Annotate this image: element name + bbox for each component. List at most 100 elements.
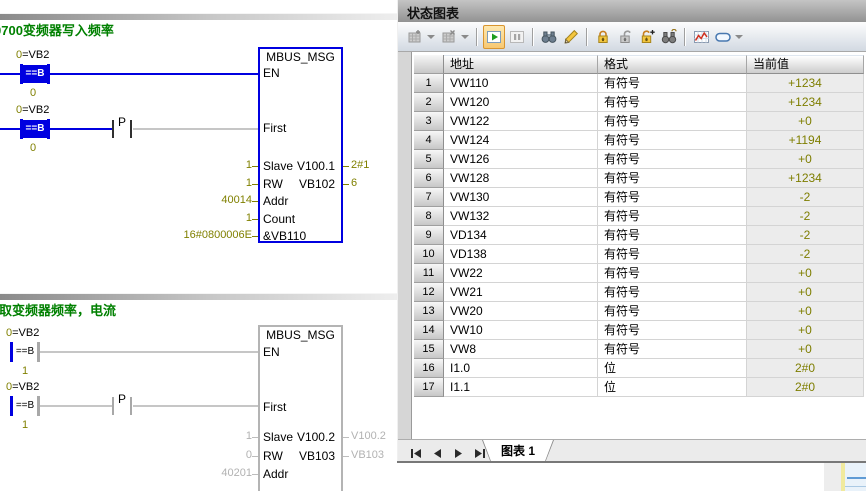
format-cell[interactable]: 有符号 [598, 150, 747, 169]
bookmark-dropdown[interactable] [735, 35, 743, 39]
column-header-current-value[interactable]: 当前值 [747, 55, 864, 74]
start-chart-status-button[interactable] [483, 25, 505, 49]
format-cell[interactable]: 有符号 [598, 340, 747, 359]
current-value-cell[interactable]: +1234 [747, 169, 864, 188]
row-number-cell[interactable]: 9 [414, 226, 444, 245]
format-cell[interactable]: 有符号 [598, 169, 747, 188]
column-header-address[interactable]: 地址 [444, 55, 598, 74]
current-value-cell[interactable]: 2#0 [747, 359, 864, 378]
last-tab-button[interactable] [473, 446, 486, 457]
current-value-cell[interactable]: -2 [747, 207, 864, 226]
format-cell[interactable]: 有符号 [598, 207, 747, 226]
new-chart-button[interactable] [405, 26, 425, 48]
force-button[interactable] [593, 26, 613, 48]
chart-tab[interactable]: 图表 1 [482, 440, 554, 463]
compare-contact[interactable]: ==B [23, 120, 47, 138]
pause-chart-status-button[interactable] [507, 26, 527, 48]
address-cell[interactable]: I1.1 [444, 378, 598, 397]
row-number-cell[interactable]: 7 [414, 188, 444, 207]
new-chart-dropdown[interactable] [427, 35, 435, 39]
row-number-cell[interactable]: 8 [414, 207, 444, 226]
format-cell[interactable]: 有符号 [598, 245, 747, 264]
next-tab-button[interactable] [452, 446, 465, 457]
row-number-cell[interactable]: 4 [414, 131, 444, 150]
positive-edge-contact[interactable]: P [118, 392, 126, 406]
trend-view-button[interactable] [691, 26, 711, 48]
format-cell[interactable]: 有符号 [598, 74, 747, 93]
format-cell[interactable]: 有符号 [598, 226, 747, 245]
table-corner-cell[interactable] [414, 55, 444, 74]
write-all-button[interactable] [561, 26, 581, 48]
row-number-cell[interactable]: 13 [414, 302, 444, 321]
format-cell[interactable]: 有符号 [598, 264, 747, 283]
row-number-cell[interactable]: 6 [414, 169, 444, 188]
bookmark-button[interactable] [713, 26, 733, 48]
current-value-cell[interactable]: +0 [747, 283, 864, 302]
current-value-cell[interactable]: +0 [747, 264, 864, 283]
first-tab-button[interactable] [410, 446, 423, 457]
compare-contact[interactable]: ==B [13, 343, 37, 361]
read-forced-button[interactable] [659, 26, 679, 48]
read-all-button[interactable] [539, 26, 559, 48]
address-cell[interactable]: VW10 [444, 321, 598, 340]
row-number-cell[interactable]: 12 [414, 283, 444, 302]
format-cell[interactable]: 有符号 [598, 131, 747, 150]
column-header-format[interactable]: 格式 [598, 55, 747, 74]
address-cell[interactable]: VW20 [444, 302, 598, 321]
format-cell[interactable]: 有符号 [598, 321, 747, 340]
address-cell[interactable]: VW128 [444, 169, 598, 188]
row-number-cell[interactable]: 2 [414, 93, 444, 112]
address-cell[interactable]: VW124 [444, 131, 598, 150]
current-value-cell[interactable]: +0 [747, 302, 864, 321]
unforce-button[interactable] [615, 26, 635, 48]
row-number-cell[interactable]: 15 [414, 340, 444, 359]
window-title-bar[interactable]: 状态图表 [398, 0, 866, 23]
format-cell[interactable]: 有符号 [598, 93, 747, 112]
positive-edge-contact[interactable]: P [118, 115, 126, 129]
delete-chart-dropdown[interactable] [461, 35, 469, 39]
current-value-cell[interactable]: -2 [747, 188, 864, 207]
current-value-cell[interactable]: +1194 [747, 131, 864, 150]
row-number-cell[interactable]: 3 [414, 112, 444, 131]
compare-contact[interactable]: ==B [23, 65, 47, 83]
address-cell[interactable]: VW8 [444, 340, 598, 359]
address-cell[interactable]: VW122 [444, 112, 598, 131]
current-value-cell[interactable]: +0 [747, 112, 864, 131]
address-cell[interactable]: I1.0 [444, 359, 598, 378]
network-divider[interactable] [0, 293, 397, 300]
address-cell[interactable]: VD138 [444, 245, 598, 264]
address-cell[interactable]: VW130 [444, 188, 598, 207]
format-cell[interactable]: 位 [598, 359, 747, 378]
current-value-cell[interactable]: -2 [747, 226, 864, 245]
compare-contact[interactable]: ==B [13, 397, 37, 415]
row-number-cell[interactable]: 14 [414, 321, 444, 340]
current-value-cell[interactable]: +0 [747, 340, 864, 359]
format-cell[interactable]: 有符号 [598, 302, 747, 321]
address-cell[interactable]: VD134 [444, 226, 598, 245]
address-cell[interactable]: VW120 [444, 93, 598, 112]
address-cell[interactable]: VW126 [444, 150, 598, 169]
row-number-cell[interactable]: 5 [414, 150, 444, 169]
current-value-cell[interactable]: +0 [747, 321, 864, 340]
address-cell[interactable]: VW132 [444, 207, 598, 226]
previous-tab-button[interactable] [431, 446, 444, 457]
current-value-cell[interactable]: 2#0 [747, 378, 864, 397]
row-number-cell[interactable]: 1 [414, 74, 444, 93]
format-cell[interactable]: 有符号 [598, 283, 747, 302]
row-number-cell[interactable]: 11 [414, 264, 444, 283]
current-value-cell[interactable]: +0 [747, 150, 864, 169]
address-cell[interactable]: VW22 [444, 264, 598, 283]
row-number-cell[interactable]: 16 [414, 359, 444, 378]
row-number-cell[interactable]: 10 [414, 245, 444, 264]
address-cell[interactable]: VW21 [444, 283, 598, 302]
current-value-cell[interactable]: +1234 [747, 74, 864, 93]
force-new-value-button[interactable] [637, 26, 657, 48]
network-divider[interactable] [0, 13, 397, 20]
current-value-cell[interactable]: -2 [747, 245, 864, 264]
format-cell[interactable]: 有符号 [598, 188, 747, 207]
row-number-cell[interactable]: 17 [414, 378, 444, 397]
address-cell[interactable]: VW110 [444, 74, 598, 93]
format-cell[interactable]: 位 [598, 378, 747, 397]
current-value-cell[interactable]: +1234 [747, 93, 864, 112]
delete-chart-button[interactable] [439, 26, 459, 48]
